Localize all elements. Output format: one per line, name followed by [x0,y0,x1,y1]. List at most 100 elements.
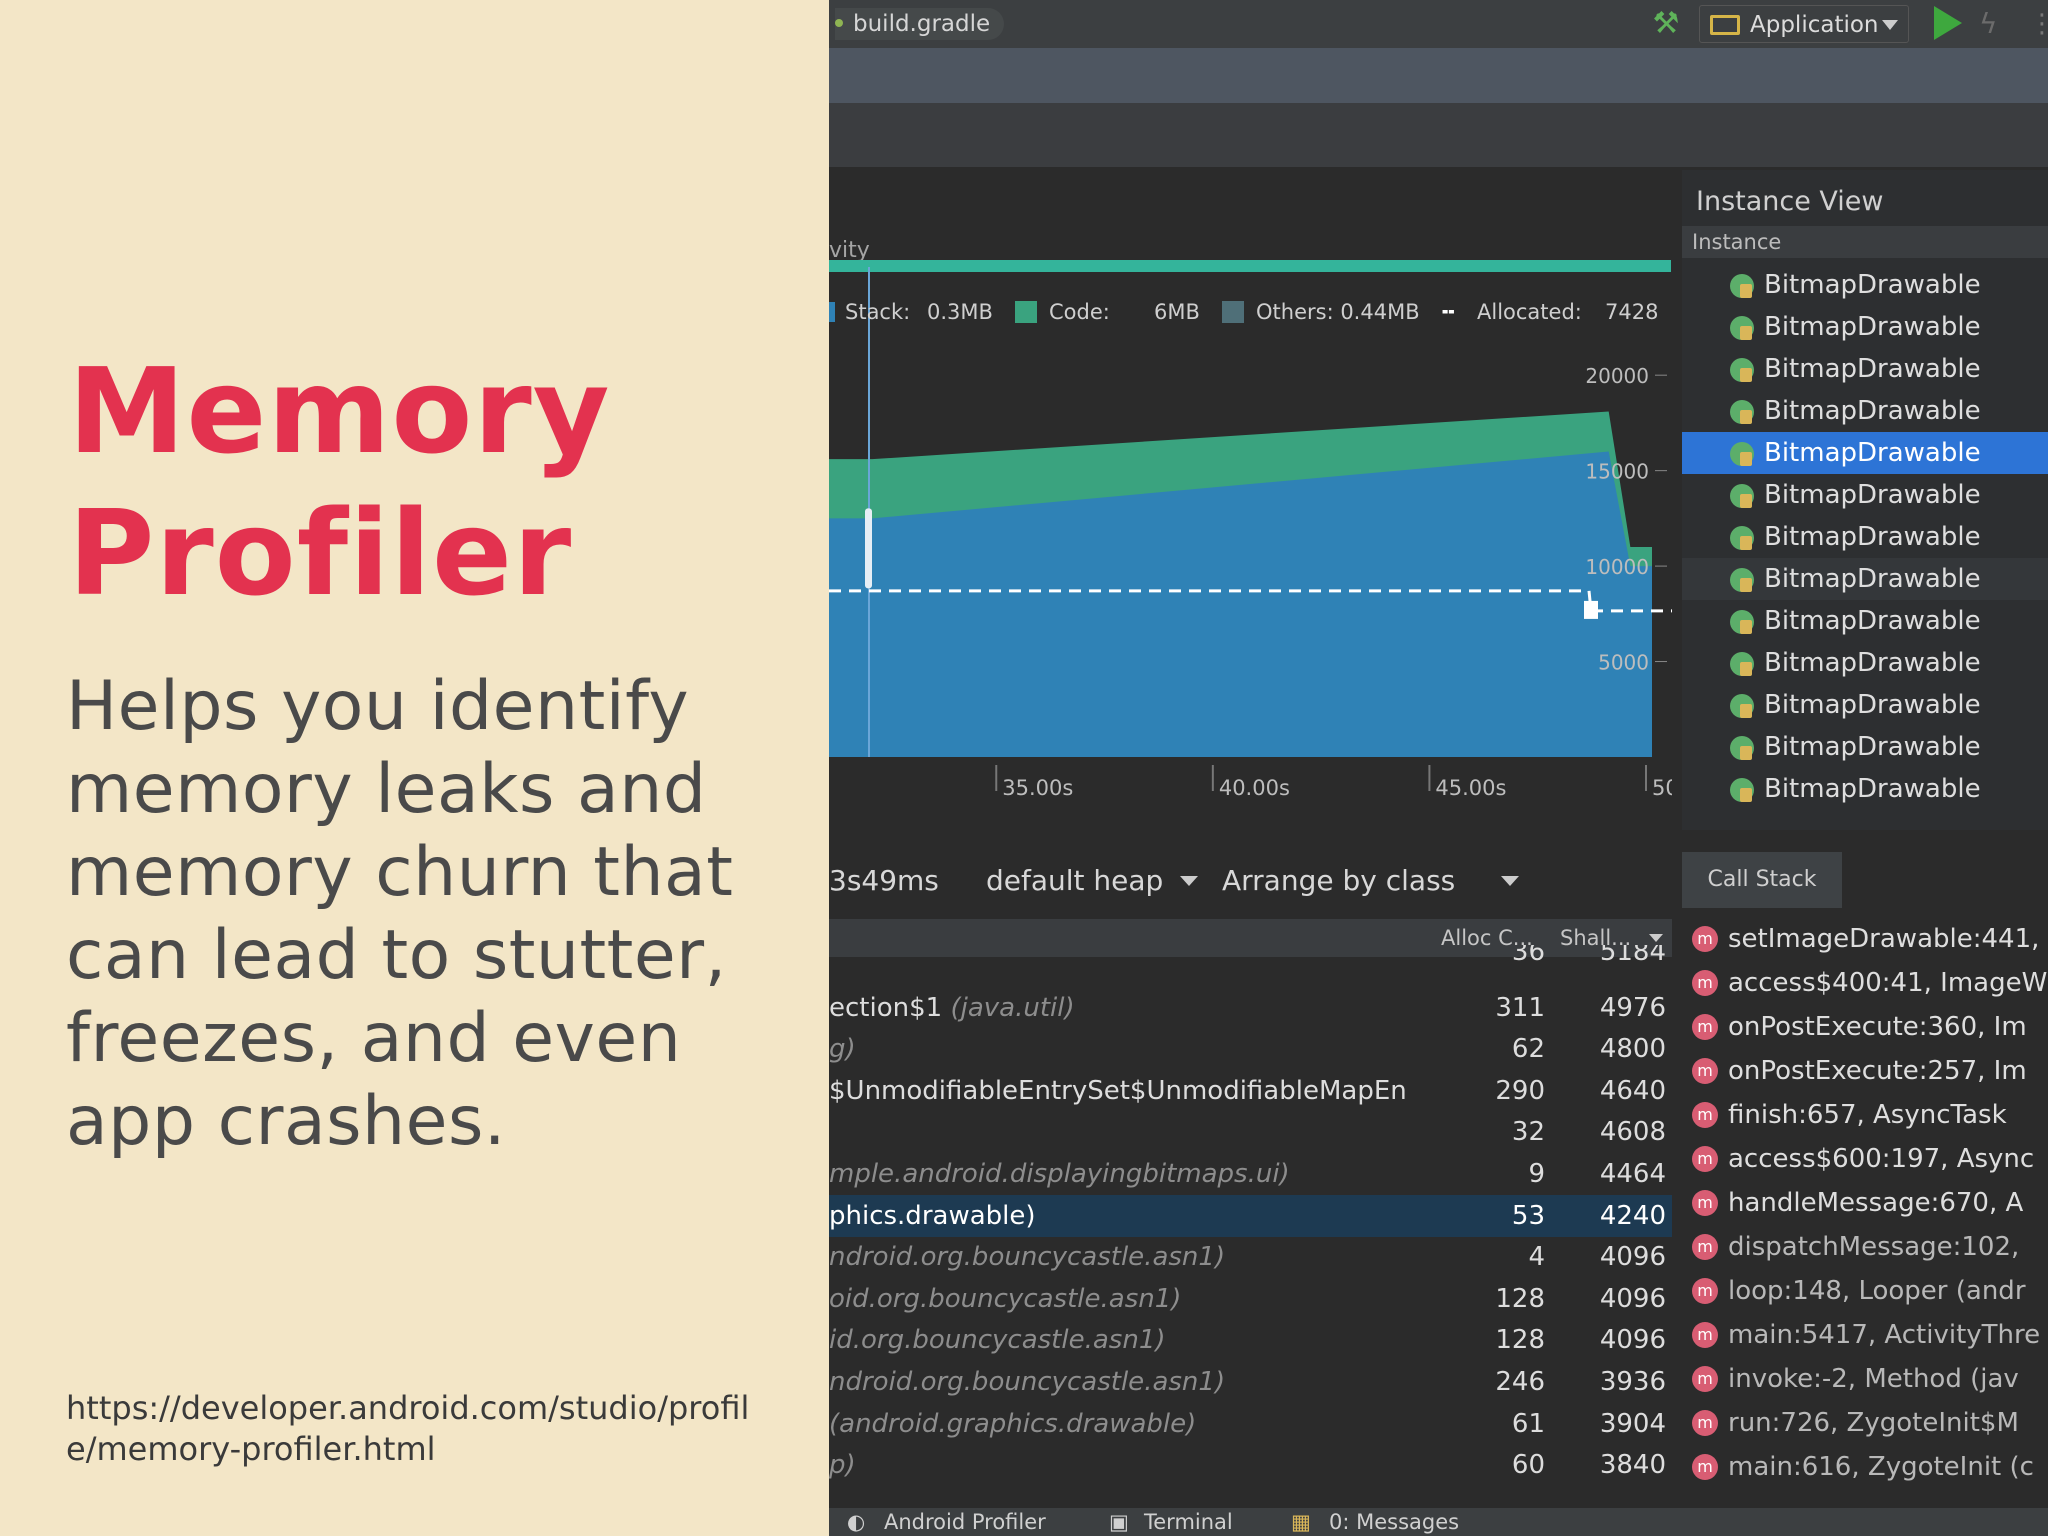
y-tick-label: 10000 [1585,555,1649,579]
tab-terminal[interactable]: Terminal [1144,1508,1233,1536]
run-configuration-select[interactable]: Application [1699,5,1909,43]
instance-label: BitmapDrawable [1764,396,1981,426]
source-link[interactable]: https://developer.android.com/studio/pro… [66,1388,766,1470]
instance-row[interactable]: BitmapDrawable [1682,390,2048,432]
tab-messages[interactable]: 0: Messages [1329,1508,1459,1536]
legend-allocated-value: 7428 [1605,300,1659,324]
class-name-cell: oid.org.bouncycastle.asn1) [829,1278,1419,1320]
table-row[interactable]: p) 60 3840 [829,1444,1672,1486]
instance-row[interactable]: BitmapDrawable [1682,768,2048,810]
class-package: oid.org.bouncycastle.asn1) [829,1283,1182,1314]
tab-android-profiler[interactable]: Android Profiler [884,1508,1046,1536]
class-package: ndroid.org.bouncycastle.asn1) [829,1242,1226,1273]
instance-row[interactable]: BitmapDrawable [1682,516,2048,558]
stack-frame[interactable]: m finish:657, AsyncTask [1682,1093,2048,1137]
terminal-icon[interactable]: ▣ [1109,1508,1129,1536]
instance-row[interactable]: BitmapDrawable [1682,432,2048,474]
legend-allocated: Allocated: [1477,300,1582,324]
instance-row[interactable]: BitmapDrawable [1682,600,2048,642]
slide-description: Helps you identify memory leaks and memo… [66,667,734,1161]
sort-descending-icon[interactable] [1649,934,1663,942]
heap-select[interactable]: default heap [986,847,1163,915]
alloc-count-cell: 128 [1495,1283,1545,1314]
instance-column-header[interactable]: Instance [1682,226,2048,258]
stack-frame[interactable]: m access$400:41, ImageW [1682,961,2048,1005]
table-row[interactable]: mple.android.displayingbitmaps.ui) 9 4464 [829,1153,1672,1195]
table-row[interactable]: oid.org.bouncycastle.asn1) 128 4096 [829,1278,1672,1320]
instance-icon [1730,400,1754,424]
profiler-subheader [829,103,2048,167]
instance-row[interactable]: BitmapDrawable [1682,348,2048,390]
instance-label: BitmapDrawable [1764,438,1981,468]
legend-code: Code: [1049,300,1110,324]
stack-frame-label: dispatchMessage:102, [1728,1232,2020,1262]
instance-row[interactable]: BitmapDrawable [1682,726,2048,768]
instance-row[interactable]: BitmapDrawable [1682,474,2048,516]
class-name-cell: (android.graphics.drawable) [829,1403,1419,1445]
alloc-count-cell: 60 [1511,1450,1545,1481]
chevron-down-icon[interactable] [1501,876,1519,886]
memory-chart-panel: vity 20000 15000 10000 5000 35.00s 40.00s 45.0… [829,167,1672,830]
method-icon: m [1692,970,1718,996]
android-profiler-icon[interactable]: ◐ [847,1508,865,1536]
instance-icon [1730,778,1754,802]
stack-frame[interactable]: m run:726, ZygoteInit$M [1682,1401,2048,1445]
class-name-cell: ection$1 (java.util) [829,987,1419,1029]
instance-row[interactable]: BitmapDrawable [1682,642,2048,684]
method-icon: m [1692,1102,1718,1128]
hammer-icon[interactable]: ⚒ [1646,4,1686,44]
instance-icon [1730,442,1754,466]
stack-frame[interactable]: m main:616, ZygoteInit (c [1682,1445,2048,1489]
tab-call-stack[interactable]: Call Stack [1682,852,1842,908]
instance-row[interactable]: BitmapDrawable [1682,558,2048,600]
arrange-select[interactable]: Arrange by class [1222,847,1455,915]
stack-frame[interactable]: m loop:148, Looper (andr [1682,1269,2048,1313]
class-package: (java.util) [950,992,1075,1023]
instance-row[interactable]: BitmapDrawable [1682,684,2048,726]
stack-frame[interactable]: m access$600:197, Async [1682,1137,2048,1181]
run-icon[interactable] [1934,6,1962,40]
shallow-size-cell: 3936 [1599,1367,1666,1397]
instance-row[interactable]: BitmapDrawable [1682,306,2048,348]
alloc-count-cell: 9 [1528,1159,1545,1189]
table-row[interactable]: 32 4608 [829,1111,1672,1153]
table-row[interactable]: id.org.bouncycastle.asn1) 128 4096 [829,1319,1672,1361]
memory-chart[interactable]: vity 20000 15000 10000 5000 35.00s 40.00s 45.0… [829,167,1672,830]
stack-frame[interactable]: m main:5417, ActivityThre [1682,1313,2048,1357]
x-tick-label: 45.00s [1435,776,1506,800]
stack-frame[interactable]: m handleMessage:670, A [1682,1181,2048,1225]
alloc-count-cell: 311 [1495,992,1545,1023]
stack-frame[interactable]: m onPostExecute:360, Im [1682,1005,2048,1049]
table-row[interactable]: phics.drawable) 53 4240 [829,1194,1672,1237]
table-row[interactable]: ndroid.org.bouncycastle.asn1) 4 4096 [829,1236,1672,1278]
method-icon: m [1692,1322,1718,1348]
code-swatch [1015,301,1037,323]
table-row[interactable]: $UnmodifiableEntrySet$UnmodifiableMapEn 2… [829,1070,1672,1112]
instance-row[interactable]: BitmapDrawable [1682,264,2048,306]
instance-label: BitmapDrawable [1764,732,1981,762]
chevron-down-icon [1882,20,1898,30]
stack-frame-label: setImageDrawable:441, [1728,924,2040,954]
messages-icon[interactable]: ▦ [1291,1508,1311,1536]
stack-frame[interactable]: m onPostExecute:257, Im [1682,1049,2048,1093]
more-icon[interactable]: ⋮ [2029,10,2048,38]
chevron-down-icon[interactable] [1180,876,1198,886]
toolbar: build.gradle ⚒ Application ϟ ⋮ [829,0,2048,48]
run-configuration-label: Application [1750,12,1879,38]
selection-handle [865,508,872,589]
stack-frame[interactable]: m setImageDrawable:441, [1682,917,2048,961]
table-row[interactable]: g) 62 4800 [829,1028,1672,1070]
table-row[interactable]: 36 5184 [829,945,1672,967]
table-row[interactable]: ndroid.org.bouncycastle.asn1) 246 3936 [829,1361,1672,1403]
table-row[interactable]: ection$1 (java.util) 311 4976 [829,987,1672,1029]
profiler-header [829,48,2048,103]
table-row[interactable]: (android.graphics.drawable) 61 3904 [829,1403,1672,1445]
apply-changes-icon[interactable]: ϟ [1979,4,1997,44]
class-name: phics.drawable) [829,1200,1036,1231]
stack-frame[interactable]: m invoke:-2, Method (jav [1682,1357,2048,1401]
gradle-icon [835,19,843,27]
stack-frame[interactable]: m dispatchMessage:102, [1682,1225,2048,1269]
class-package: p) [829,1450,856,1481]
instance-icon [1730,694,1754,718]
build-gradle-tab[interactable]: build.gradle [835,8,1005,40]
